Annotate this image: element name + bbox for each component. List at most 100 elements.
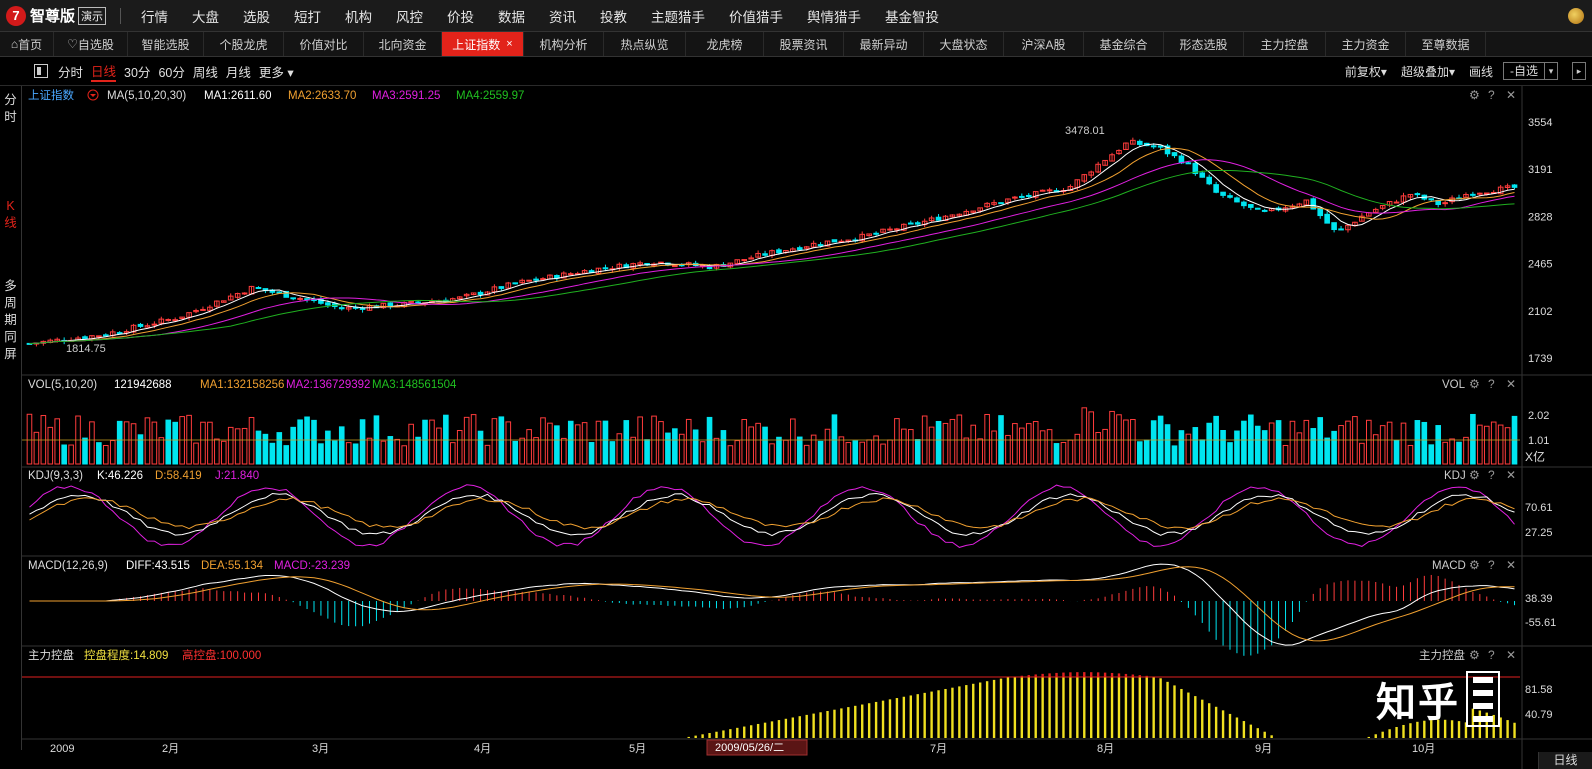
tab-12[interactable]: 大盘状态 (924, 32, 1004, 56)
period-1[interactable]: 日线 (91, 61, 117, 82)
tab-14[interactable]: 基金综合 (1084, 32, 1164, 56)
nav-intraday[interactable]: 分时 (0, 92, 21, 126)
help-icon[interactable]: ? (1488, 468, 1495, 482)
volume-bar (33, 431, 40, 465)
tab-11[interactable]: 最新异动 (844, 32, 924, 56)
overlay-dropdown[interactable]: 超级叠加▾ (1401, 63, 1455, 80)
menu-item-3[interactable]: 短打 (282, 6, 333, 26)
volume-bar (574, 424, 581, 465)
cursor-date: 2009/05/26/二 (715, 742, 784, 754)
close-icon[interactable]: ✕ (1506, 377, 1516, 391)
tab-2[interactable]: 智能选股 (128, 32, 204, 56)
close-icon[interactable]: ✕ (1506, 558, 1516, 572)
tab-8[interactable]: 热点纵览 (604, 32, 686, 56)
control-ytick: 40.79 (1525, 709, 1553, 721)
macd-value: MACD:-23.239 (274, 560, 350, 572)
tab-9[interactable]: 龙虎榜 (686, 32, 764, 56)
low-price-label: 1814.75 (66, 343, 106, 355)
menu-item-1[interactable]: 大盘 (180, 6, 231, 26)
settings-gear-icon[interactable]: ⚙ (1469, 648, 1480, 662)
watchlist-picker[interactable]: -自选 (1503, 62, 1545, 80)
tab-4[interactable]: 价值对比 (284, 32, 364, 56)
volume-bar (1463, 436, 1469, 465)
volume-bar (484, 444, 491, 465)
period-0[interactable]: 分时 (58, 62, 83, 81)
nav-kline[interactable]: K线 (0, 198, 21, 232)
menu-item-12[interactable]: 舆情猎手 (795, 6, 873, 26)
period-4[interactable]: 周线 (193, 62, 218, 81)
settings-gear-icon[interactable]: ⚙ (1469, 88, 1480, 102)
help-icon[interactable]: ? (1488, 377, 1495, 391)
candle-body (1324, 213, 1330, 224)
menu-item-11[interactable]: 价值猎手 (717, 6, 795, 26)
close-icon[interactable]: ✕ (1506, 88, 1516, 102)
settings-gear-icon[interactable]: ⚙ (1469, 377, 1480, 391)
tab-13[interactable]: 沪深A股 (1004, 32, 1084, 56)
menu-item-7[interactable]: 数据 (486, 6, 537, 26)
menu-item-2[interactable]: 选股 (231, 6, 282, 26)
nav-multi-period[interactable]: 多周期同屏 (0, 278, 21, 363)
tab-18[interactable]: 至尊数据 (1406, 32, 1486, 56)
volume-bar (796, 436, 803, 465)
help-icon[interactable]: ? (1488, 558, 1495, 572)
menu-item-0[interactable]: 行情 (129, 6, 180, 26)
adjust-dropdown[interactable]: 前复权▾ (1345, 63, 1387, 80)
candle-body (1511, 184, 1518, 188)
volume-bar (595, 420, 602, 465)
help-icon[interactable]: ? (1488, 88, 1495, 102)
app-logo[interactable]: 7 智尊版 演示 (0, 0, 112, 31)
control-panel-controls: ⚙ ? ✕ (1469, 648, 1516, 662)
volume-bar (1428, 444, 1435, 465)
volume-bar (1414, 420, 1421, 465)
chevron-down-icon[interactable]: ▾ (1545, 62, 1558, 80)
volume-bar (491, 418, 498, 465)
tab-3[interactable]: 个股龙虎 (204, 32, 284, 56)
menu-item-9[interactable]: 投教 (588, 6, 639, 26)
menu-item-5[interactable]: 风控 (384, 6, 435, 26)
tab-16[interactable]: 主力控盘 (1244, 32, 1326, 56)
close-icon[interactable]: ✕ (1506, 468, 1516, 482)
volume-bar (1310, 428, 1317, 465)
period-5[interactable]: 月线 (226, 62, 251, 81)
user-avatar-icon[interactable] (1568, 8, 1584, 24)
period-6[interactable]: 更多 ▾ (259, 62, 294, 81)
menu-item-10[interactable]: 主题猎手 (639, 6, 717, 26)
stock-chart[interactable]: 上证指数 MA(5,10,20,30) MA1:2611.60 MA2:2633… (22, 86, 1592, 769)
volume-bar (810, 434, 817, 465)
volume-bar (512, 440, 519, 465)
menu-item-13[interactable]: 基金智投 (873, 6, 951, 26)
volume-bar (706, 416, 713, 465)
settings-gear-icon[interactable]: ⚙ (1469, 468, 1480, 482)
panel-toggle-icon[interactable] (34, 64, 48, 78)
period-2[interactable]: 30分 (124, 62, 150, 81)
side-panel-toggle[interactable]: ▸ (1572, 62, 1586, 80)
vol-ma3: MA3:148561504 (372, 379, 457, 391)
tab-0[interactable]: ⌂ 首页 (0, 32, 54, 56)
close-icon[interactable]: ✕ (1506, 648, 1516, 662)
candle-body (741, 259, 748, 262)
tab-6[interactable]: 上证指数 × (442, 32, 524, 56)
menu-item-6[interactable]: 价投 (435, 6, 486, 26)
tab-5[interactable]: 北向资金 (364, 32, 442, 56)
settings-gear-icon[interactable]: ⚙ (1469, 558, 1480, 572)
help-icon[interactable]: ? (1488, 648, 1495, 662)
period-3[interactable]: 60分 (158, 62, 184, 81)
tab-label: 大盘状态 (939, 37, 988, 52)
ma2-value: MA2:2633.70 (288, 90, 356, 102)
draw-line-button[interactable]: 画线 (1469, 63, 1493, 80)
menu-item-8[interactable]: 资讯 (537, 6, 588, 26)
volume-bar (928, 426, 935, 465)
tab-7[interactable]: 机构分析 (524, 32, 604, 56)
menu-item-4[interactable]: 机构 (333, 6, 384, 26)
kdj-panel-controls: ⚙ ? ✕ (1469, 468, 1516, 482)
tab-10[interactable]: 股票资讯 (764, 32, 844, 56)
tab-17[interactable]: 主力资金 (1326, 32, 1406, 56)
close-icon[interactable]: × (506, 38, 512, 50)
volume-bar (713, 437, 720, 465)
candle-body (1019, 195, 1025, 198)
candle-body (1012, 196, 1018, 199)
tab-15[interactable]: 形态选股 (1164, 32, 1244, 56)
volume-bar (1261, 430, 1268, 465)
tab-1[interactable]: ♡ 自选股 (54, 32, 128, 56)
macd-panel-controls: ⚙ ? ✕ (1469, 558, 1516, 572)
